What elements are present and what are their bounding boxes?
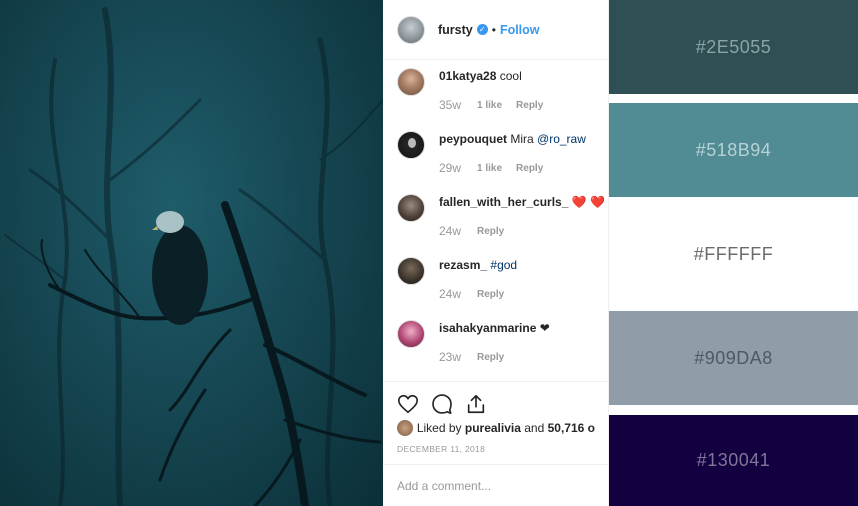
comment-time: 35w <box>439 98 462 112</box>
heart-icon[interactable] <box>397 393 419 415</box>
swatch-label: #2E5055 <box>695 36 772 57</box>
header-separator: • <box>491 22 496 37</box>
comment-icon[interactable] <box>431 393 453 415</box>
commenter-avatar[interactable] <box>397 257 425 285</box>
comment-item: fallen_with_her_curls_ ❤️ ❤️ 24w Reply <box>397 186 608 249</box>
commenter-avatar[interactable] <box>397 194 425 222</box>
reply-button[interactable]: Reply <box>516 100 543 111</box>
comment-likes[interactable]: 1 like <box>477 100 502 111</box>
swatch-label: #909DA8 <box>694 347 773 368</box>
liked-by-and: and <box>524 421 545 435</box>
eagle-photo <box>0 0 383 506</box>
follow-button[interactable]: Follow <box>500 23 540 37</box>
author-username[interactable]: fursty <box>438 23 473 37</box>
comment-time: 29w <box>439 161 462 175</box>
commenter-username[interactable]: peypouquet <box>439 132 507 146</box>
swatch-4: #909DA8 <box>609 311 858 405</box>
comment-text: peypouquet Mira @ro_raw <box>439 132 608 147</box>
commenter-username[interactable]: isahakyanmarine <box>439 321 536 335</box>
swatch-label: #FFFFFF <box>693 243 774 264</box>
liker-avatar[interactable] <box>397 420 413 436</box>
post-header: fursty ✓ • Follow <box>383 0 608 60</box>
color-palette: #2E5055 #518B94 #FFFFFF #909DA8 #130041 <box>609 0 858 506</box>
swatch-label: #518B94 <box>695 139 772 160</box>
hashtag-link[interactable]: #god <box>490 258 517 272</box>
add-comment-input[interactable] <box>397 478 595 493</box>
reply-button[interactable]: Reply <box>477 352 504 363</box>
liked-by-prefix: Liked by <box>416 421 462 435</box>
share-icon[interactable] <box>465 393 487 415</box>
comment-item: rezasm_ #god 24w Reply <box>397 249 608 312</box>
eagle-tree-illustration <box>4 7 383 506</box>
reply-button[interactable]: Reply <box>516 163 543 174</box>
comment-time: 24w <box>439 224 462 238</box>
liker-username[interactable]: purealivia <box>465 421 521 435</box>
comment-text: fallen_with_her_curls_ ❤️ ❤️ <box>439 195 608 210</box>
comment-item: isahakyanmarine ❤ 23w Reply <box>397 312 608 375</box>
likes-count[interactable]: 50,716 o <box>548 421 595 435</box>
comment-content: ❤ <box>539 321 550 335</box>
comment-text: isahakyanmarine ❤ <box>439 321 608 336</box>
comment-content: ❤️ ❤️ <box>571 195 605 209</box>
swatch-label: #130041 <box>696 450 771 470</box>
post-date: DECEMBER 11, 2018 <box>397 444 486 454</box>
swatch-5: #130041 <box>609 415 858 506</box>
reply-button[interactable]: Reply <box>477 226 504 237</box>
liked-by-line: Liked by purealivia and 50,716 o <box>397 420 595 436</box>
reply-button[interactable]: Reply <box>477 289 504 300</box>
verified-badge-icon: ✓ <box>476 24 488 35</box>
comment-content: cool <box>499 69 522 83</box>
commenter-username[interactable]: rezasm_ <box>439 258 487 272</box>
comment-likes[interactable]: 1 like <box>477 163 502 174</box>
commenter-avatar[interactable] <box>397 320 425 348</box>
comment-text: 01katya28 cool <box>439 69 608 84</box>
add-comment-bar <box>383 464 608 506</box>
swatch-2: #518B94 <box>609 103 858 197</box>
comment-text: rezasm_ #god <box>439 258 608 273</box>
mention-link[interactable]: @ro_raw <box>537 132 586 146</box>
commenter-avatar[interactable] <box>397 131 425 159</box>
comment-time: 24w <box>439 287 462 301</box>
comments-list: 01katya28 cool 35w 1 like Reply peypouqu… <box>383 60 608 375</box>
swatch-3: #FFFFFF <box>609 207 858 301</box>
comment-content: Mira <box>510 132 534 146</box>
swatch-1: #2E5055 <box>609 0 858 94</box>
comment-time: 23w <box>439 350 462 364</box>
commenter-avatar[interactable] <box>397 68 425 96</box>
commenter-username[interactable]: 01katya28 <box>439 69 496 83</box>
commenter-username[interactable]: fallen_with_her_curls_ <box>439 195 568 209</box>
comment-item: peypouquet Mira @ro_raw 29w 1 like Reply <box>397 123 608 186</box>
instagram-post-panel: fursty ✓ • Follow 01katya28 cool 35w 1 l… <box>383 0 609 506</box>
author-avatar[interactable] <box>397 15 425 44</box>
comment-item: 01katya28 cool 35w 1 like Reply <box>397 60 608 123</box>
post-actions: Liked by purealivia and 50,716 o DECEMBE… <box>383 381 608 454</box>
